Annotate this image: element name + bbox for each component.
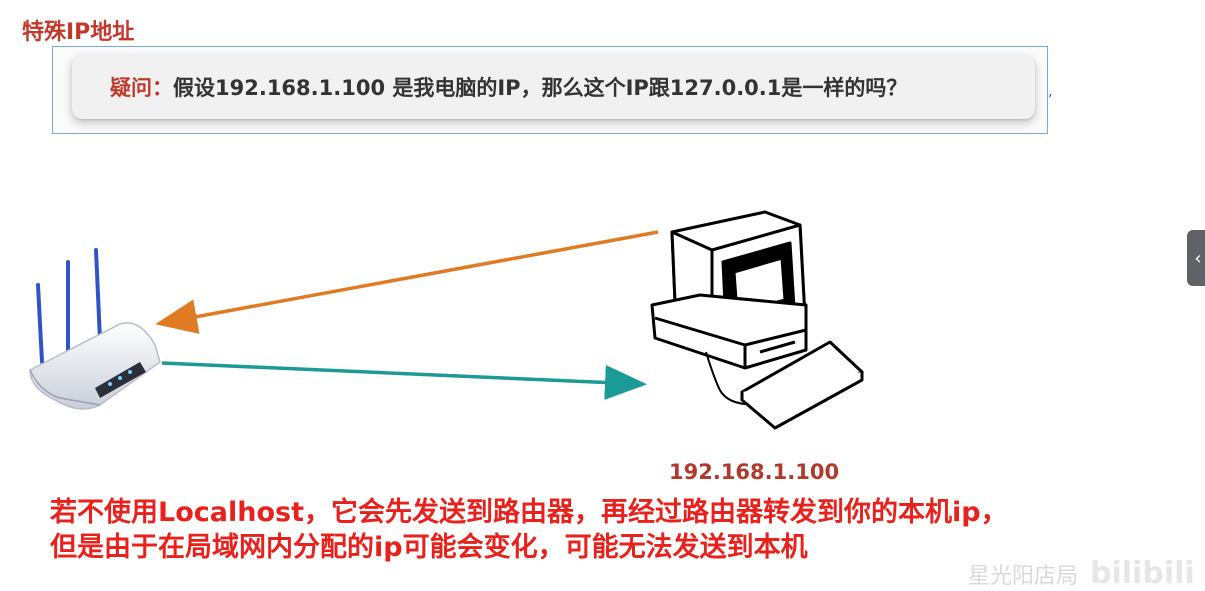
computer-ip-label: 192.168.1.100: [669, 460, 840, 484]
arrow-to-computer: [161, 361, 647, 400]
desktop-computer-icon: [650, 210, 864, 430]
wifi-router-icon: [29, 248, 161, 410]
watermark: 星光阳店局 bilibili: [968, 556, 1195, 591]
explanation-line-2: 但是由于在局域网内分配的ip可能会变化，可能无法发送到本机: [50, 532, 808, 563]
explanation-text: 若不使用Localhost，它会先发送到路由器，再经过路由器转发到你的本机ip，…: [50, 495, 1008, 565]
explanation-line-1: 若不使用Localhost，它会先发送到路由器，再经过路由器转发到你的本机ip，: [50, 497, 1008, 528]
arrow-to-router: [155, 230, 659, 334]
bilibili-logo: bilibili: [1090, 556, 1195, 591]
watermark-text: 星光阳店局: [968, 564, 1079, 589]
